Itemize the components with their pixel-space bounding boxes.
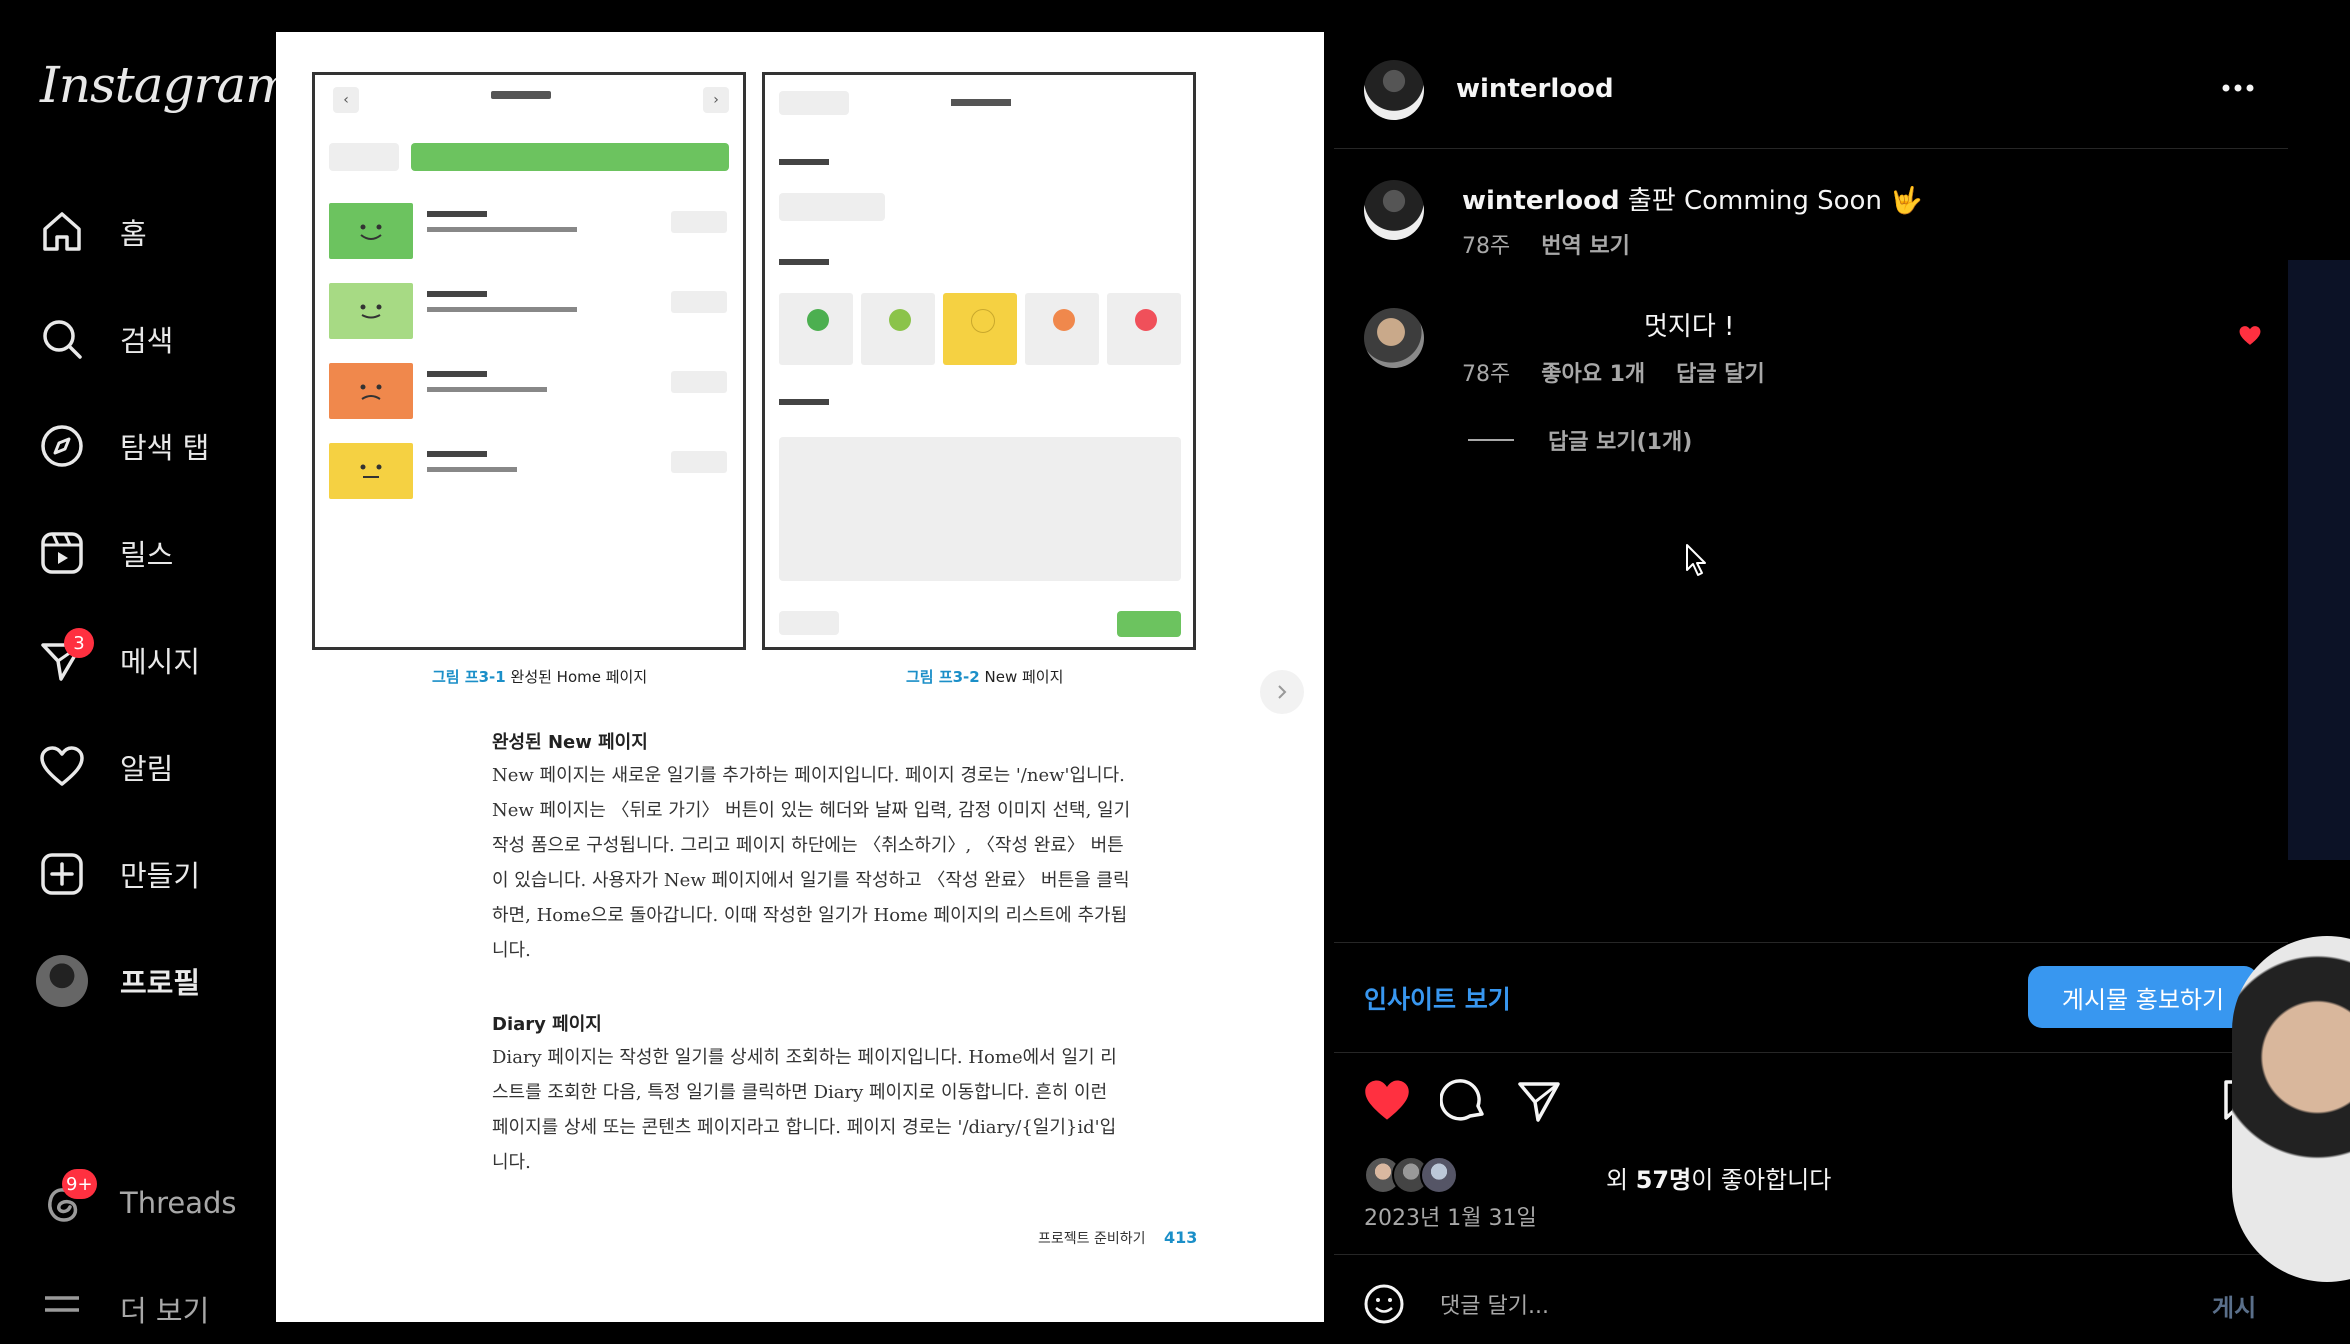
- comment-icon: [1439, 1079, 1484, 1121]
- caption-text: 출판 Comming Soon 🤟: [1627, 186, 1923, 216]
- page-number: 413: [1163, 1228, 1198, 1247]
- notification-badge: 3: [64, 628, 94, 658]
- reply-link[interactable]: 답글 달기: [1676, 362, 1765, 387]
- section-body-diary: Diary 페이지는 작성한 일기를 상세히 조회하는 페이지입니다. Home…: [492, 1047, 1117, 1173]
- sidebar: Instagram 홈 검색 탐색 탭 릴스 3 메시지 알림 만들기 프로필 …: [0, 0, 293, 1332]
- sidebar-item-label: 홈: [120, 217, 147, 251]
- next-arrow-icon: ›: [703, 87, 729, 113]
- promote-button[interactable]: 게시물 홍보하기: [2028, 966, 2258, 1028]
- heart-filled-icon: [1365, 1080, 1409, 1120]
- smiley-icon: [1364, 1284, 1404, 1324]
- sidebar-item-create[interactable]: 만들기: [36, 839, 200, 909]
- sidebar-item-threads[interactable]: 9+ Threads: [36, 1168, 237, 1238]
- caption-avatar[interactable]: [1364, 180, 1424, 240]
- heart-icon: [36, 741, 88, 793]
- sidebar-item-messages[interactable]: 3 메시지: [36, 625, 200, 695]
- emotion-bad: [329, 363, 413, 419]
- liker-avatar: [1420, 1156, 1458, 1194]
- profile-avatar: [36, 955, 88, 1007]
- sidebar-item-notifications[interactable]: 알림: [36, 732, 173, 802]
- section-title-diary: Diary 페이지: [492, 1014, 602, 1035]
- comment-likes[interactable]: 좋아요 1개: [1541, 362, 1645, 387]
- post-header: winterlood: [1334, 32, 2288, 149]
- author-username[interactable]: winterlood: [1456, 74, 1614, 104]
- comment-text: 멋지다 !: [1644, 312, 1735, 342]
- sidebar-item-label: 만들기: [120, 859, 201, 893]
- reels-icon: [36, 527, 88, 579]
- likes-summary[interactable]: 외 57명이 좋아합니다: [1606, 1160, 1831, 1195]
- plus-square-icon: [36, 848, 88, 900]
- sidebar-item-home[interactable]: 홈: [36, 197, 147, 267]
- sidebar-item-label: 메시지: [120, 645, 201, 679]
- more-options-icon[interactable]: [2220, 78, 2256, 102]
- replies-divider: [1468, 439, 1514, 441]
- sidebar-item-label: 검색: [120, 324, 174, 358]
- prev-arrow-icon: ‹: [333, 87, 359, 113]
- emotion-great: [329, 203, 413, 259]
- menu-icon: [36, 1283, 88, 1335]
- author-avatar[interactable]: [1364, 60, 1424, 120]
- post-panel: winterlood winterlood 출판 Comming Soon 🤟 …: [1334, 32, 2288, 1332]
- sidebar-item-more[interactable]: 더 보기: [36, 1274, 209, 1344]
- home-page-mockup: ‹ ›: [312, 72, 746, 650]
- emoji-button[interactable]: [1362, 1282, 1406, 1330]
- sidebar-item-label: 프로필: [120, 966, 201, 1000]
- liked-by-avatars[interactable]: [1364, 1156, 1458, 1194]
- commenter-avatar[interactable]: [1364, 308, 1424, 368]
- share-button[interactable]: [1516, 1078, 1562, 1128]
- new-diary-button: [411, 143, 729, 171]
- sidebar-item-label: 탐색 탭: [120, 431, 210, 465]
- sidebar-item-reels[interactable]: 릴스: [36, 518, 173, 588]
- next-image-button[interactable]: [1260, 670, 1304, 714]
- section-title-new: 완성된 New 페이지: [492, 732, 648, 753]
- threads-badge: 9+: [62, 1169, 97, 1199]
- comment-age: 78주: [1462, 362, 1511, 387]
- view-replies[interactable]: 답글 보기(1개): [1468, 424, 1692, 456]
- background-strip: [2288, 260, 2350, 860]
- post-image[interactable]: ‹ › 그림 프3-1 완성된 Home 페이지 그림 프3-2 New 페이지…: [276, 32, 1324, 1322]
- home-icon: [36, 206, 88, 258]
- comment-meta: 78주 좋아요 1개 답글 달기: [1462, 356, 1765, 388]
- like-button[interactable]: [1362, 1076, 1412, 1126]
- mouse-cursor-icon: [1684, 542, 1710, 582]
- comment-like-icon[interactable]: [2238, 324, 2262, 350]
- chevron-right-icon: [1278, 685, 1287, 699]
- send-icon: [1518, 1082, 1560, 1122]
- new-page-mockup: [762, 72, 1196, 650]
- messenger-icon: 3: [36, 628, 94, 686]
- translate-link[interactable]: 번역 보기: [1541, 234, 1630, 259]
- sort-select: [329, 143, 399, 171]
- figure-caption-1: 그림 프3-1 완성된 Home 페이지: [432, 668, 648, 686]
- comment-input[interactable]: 댓글 달기...: [1440, 1288, 1549, 1320]
- post-date: 2023년 1월 31일: [1364, 1206, 1537, 1231]
- threads-icon: 9+: [36, 1169, 97, 1229]
- emotion-good: [329, 283, 413, 339]
- sidebar-item-label: Threads: [120, 1186, 237, 1220]
- caption-age: 78주: [1462, 234, 1511, 259]
- comment-button[interactable]: [1439, 1076, 1488, 1128]
- sidebar-item-profile[interactable]: 프로필: [36, 946, 200, 1016]
- sidebar-item-label: 더 보기: [120, 1294, 210, 1328]
- sidebar-item-label: 알림: [120, 752, 174, 786]
- webcam-overlay: [2232, 936, 2350, 1282]
- sidebar-item-label: 릴스: [120, 538, 174, 572]
- caption-username[interactable]: winterlood: [1462, 186, 1620, 216]
- page-footer: 프로젝트 준비하기 413: [1038, 1228, 1198, 1247]
- divider: [1334, 1052, 2288, 1053]
- section-body-new: New 페이지는 새로운 일기를 추가하는 페이지입니다. 페이지 경로는 '/…: [492, 765, 1131, 961]
- figure-caption-2: 그림 프3-2 New 페이지: [906, 668, 1064, 686]
- month-label: [491, 91, 551, 99]
- emotion-normal: [329, 443, 413, 499]
- instagram-logo[interactable]: Instagram: [40, 56, 293, 114]
- divider: [1334, 942, 2288, 943]
- caption-meta: 78주 번역 보기: [1462, 228, 1630, 260]
- sidebar-item-search[interactable]: 검색: [36, 304, 173, 374]
- search-icon: [36, 313, 88, 365]
- post-comment-button[interactable]: 게시: [2212, 1288, 2256, 1323]
- sidebar-item-explore[interactable]: 탐색 탭: [36, 411, 209, 481]
- divider: [1334, 1254, 2288, 1255]
- post-caption: winterlood 출판 Comming Soon 🤟: [1462, 180, 1923, 217]
- compass-icon: [36, 420, 88, 472]
- insights-link[interactable]: 인사이트 보기: [1364, 980, 1511, 1016]
